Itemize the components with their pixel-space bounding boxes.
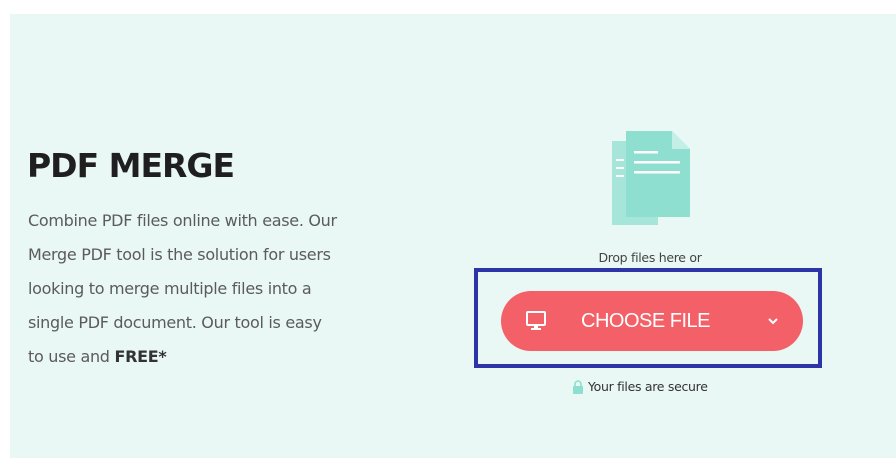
- page-title: PDF MERGE: [27, 146, 235, 185]
- choose-file-label: CHOOSE FILE: [581, 310, 710, 332]
- description-line-4: single PDF document. Our tool is easy: [28, 313, 322, 332]
- description-line-3: looking to merge multiple files into a: [28, 279, 312, 298]
- description-line-1: Combine PDF files online with ease. Our: [28, 211, 337, 230]
- tool-description: Combine PDF files online with ease. Our M…: [28, 204, 388, 374]
- documents-icon: [612, 131, 690, 225]
- free-label: FREE*: [114, 347, 167, 366]
- description-line-5: to use and: [28, 347, 115, 366]
- secure-note: Your files are secure: [572, 379, 708, 394]
- drop-files-text: Drop files here or: [598, 250, 702, 265]
- monitor-icon: [526, 311, 546, 330]
- chevron-down-icon[interactable]: [767, 316, 779, 326]
- secure-text: Your files are secure: [588, 379, 708, 394]
- lock-icon: [573, 379, 583, 394]
- description-line-2: Merge PDF tool is the solution for users: [28, 245, 331, 264]
- choose-file-button[interactable]: CHOOSE FILE: [501, 291, 803, 351]
